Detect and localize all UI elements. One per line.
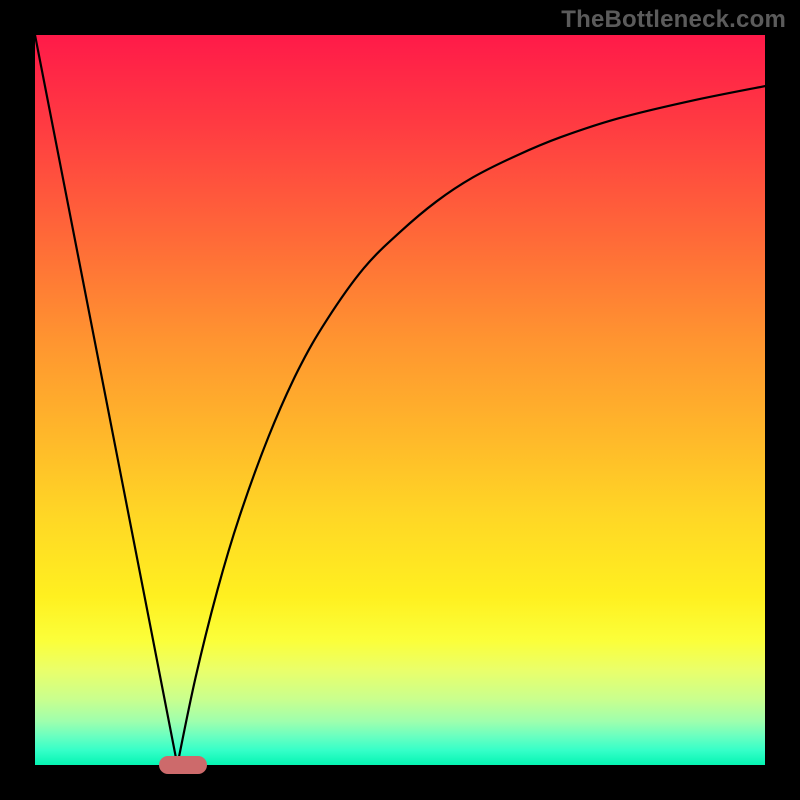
- watermark-text: TheBottleneck.com: [561, 6, 786, 34]
- curve-path: [35, 35, 765, 765]
- min-marker: [159, 756, 206, 774]
- chart-frame: TheBottleneck.com: [0, 0, 800, 800]
- plot-area: [35, 35, 765, 765]
- curve-svg: [35, 35, 765, 765]
